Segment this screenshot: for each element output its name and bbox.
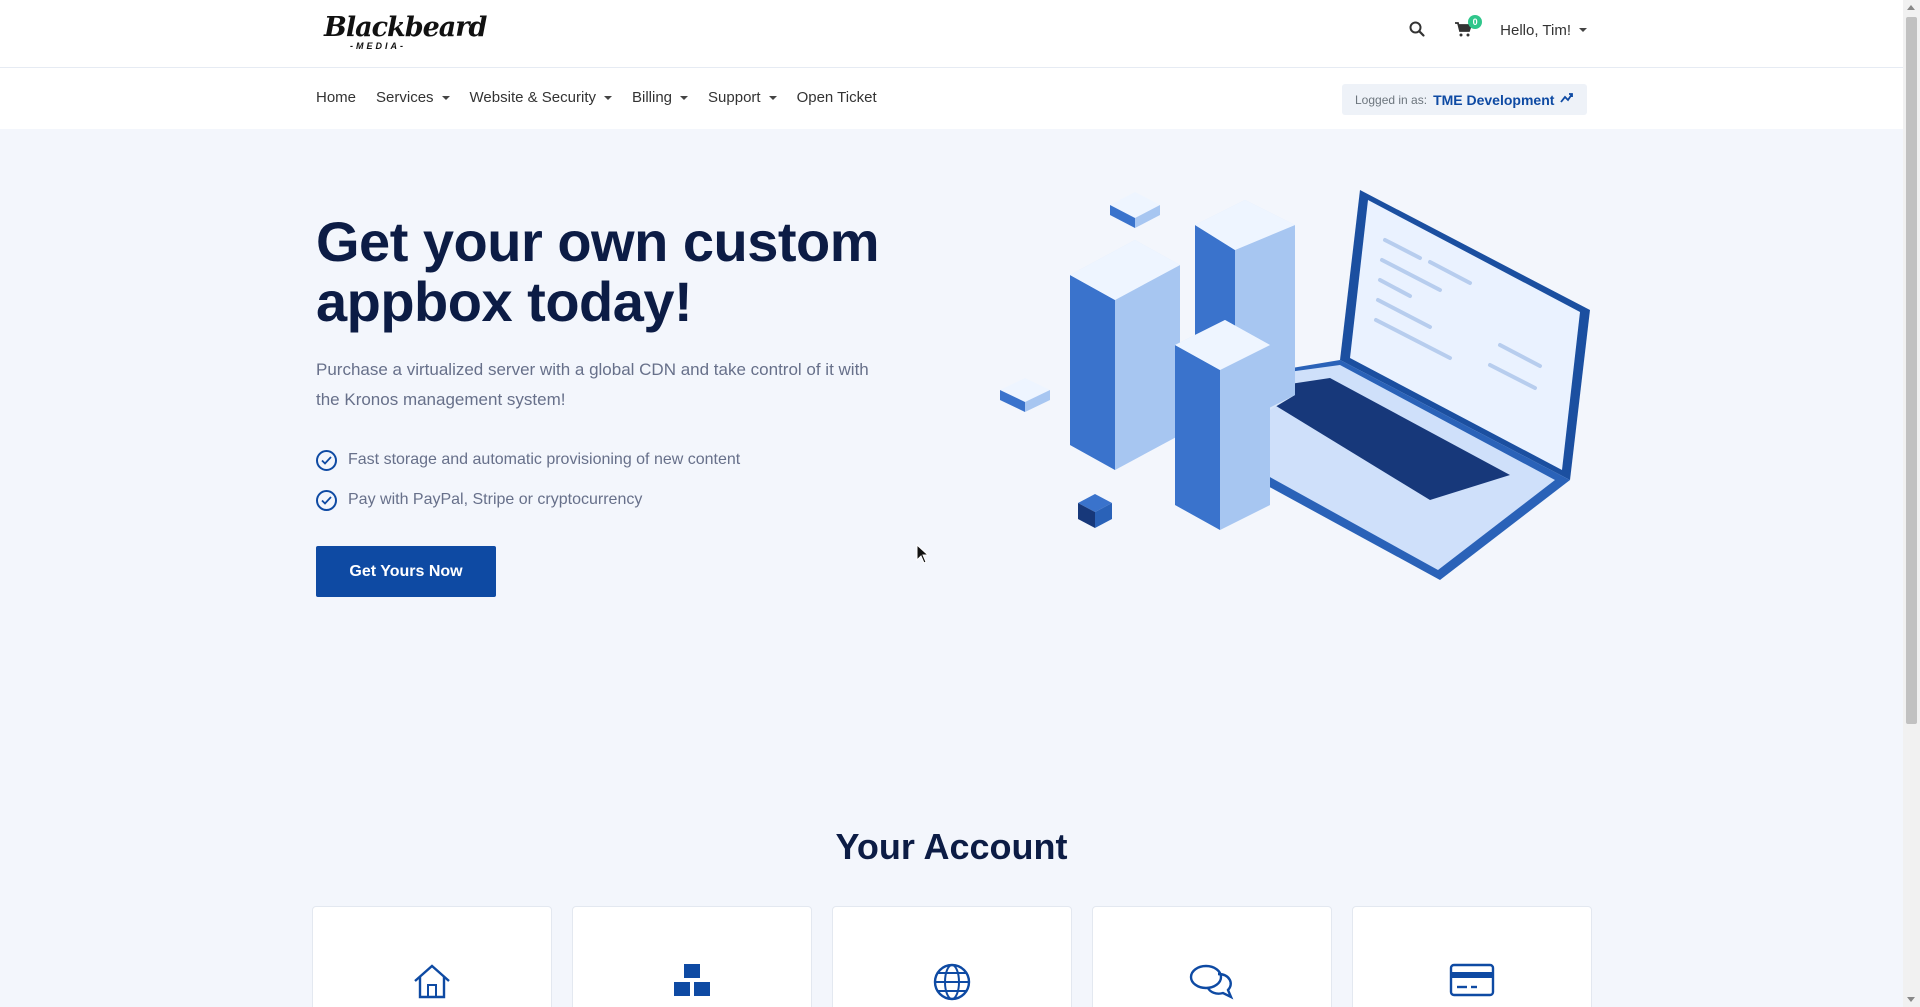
logged-in-as-badge[interactable]: Logged in as: TME Development	[1342, 84, 1587, 115]
search-icon[interactable]	[1408, 20, 1428, 40]
chevron-down-icon	[604, 95, 612, 100]
account-card-home[interactable]	[312, 906, 552, 1007]
cart-count-badge: 0	[1468, 15, 1483, 29]
switch-account-icon	[1560, 91, 1574, 109]
nav-item-label: Support	[708, 89, 761, 106]
chevron-down-icon	[1579, 28, 1587, 32]
account-card-billing[interactable]	[1352, 906, 1592, 1007]
nav-item-services[interactable]: Services	[376, 89, 450, 106]
user-menu[interactable]: Hello, Tim!	[1500, 22, 1587, 39]
get-yours-now-button[interactable]: Get Yours Now	[316, 546, 496, 597]
check-circle-icon	[316, 489, 337, 511]
cubes-icon	[670, 962, 714, 1007]
user-greeting: Hello, Tim!	[1500, 21, 1571, 39]
account-card-services[interactable]	[572, 906, 812, 1007]
credit-card-icon	[1449, 962, 1495, 1007]
nav-item-support[interactable]: Support	[708, 89, 777, 106]
feature-list: Fast storage and automatic provisioning …	[316, 440, 740, 520]
nav-item-website-security[interactable]: Website & Security	[470, 89, 612, 106]
nav-item-home[interactable]: Home	[316, 89, 356, 106]
chevron-down-icon	[441, 95, 450, 100]
nav-item-label: Open Ticket	[796, 89, 877, 106]
brand-logo[interactable]: Blackbeard -MEDIA-	[324, 12, 487, 56]
list-item: Pay with PayPal, Stripe or cryptocurrenc…	[316, 480, 740, 520]
comments-icon	[1188, 962, 1236, 1007]
nav-menu: Home Services Website & Security Billing…	[316, 89, 877, 106]
scroll-up-icon[interactable]	[1907, 5, 1915, 10]
logo-subtitle: -MEDIA-	[350, 41, 406, 51]
nav-item-billing[interactable]: Billing	[632, 89, 689, 106]
hero-title: Get your own custom appbox today!	[316, 210, 880, 333]
header-actions: 0 Hello, Tim!	[1408, 15, 1587, 40]
chevron-down-icon	[768, 95, 777, 100]
cart-icon[interactable]: 0	[1454, 15, 1483, 40]
top-bar: Blackbeard -MEDIA- 0 Hello, Tim!	[0, 0, 1903, 68]
main-navbar: Home Services Website & Security Billing…	[0, 68, 1903, 129]
nav-item-open-ticket[interactable]: Open Ticket	[797, 89, 877, 106]
page-scrollbar[interactable]	[1903, 0, 1920, 1007]
feature-text: Fast storage and automatic provisioning …	[348, 451, 741, 468]
logo-wordmark: Blackbeard	[324, 12, 487, 43]
mouse-cursor-icon	[916, 543, 930, 569]
chevron-down-icon	[680, 95, 689, 100]
scroll-down-icon[interactable]	[1907, 997, 1915, 1002]
logged-in-name: TME Development	[1433, 91, 1555, 108]
your-account-heading: Your Account	[835, 826, 1068, 867]
nav-item-label: Services	[376, 89, 434, 106]
account-card-support[interactable]	[1092, 906, 1332, 1007]
home-icon	[411, 962, 453, 1007]
hero-description: Purchase a virtualized server with a glo…	[316, 360, 869, 409]
check-circle-icon	[316, 449, 337, 471]
nav-item-label: Website & Security	[469, 89, 596, 106]
list-item: Fast storage and automatic provisioning …	[316, 440, 740, 480]
globe-icon	[932, 962, 972, 1007]
nav-item-label: Home	[316, 89, 357, 106]
account-cards	[312, 906, 1592, 1007]
nav-item-label: Billing	[632, 89, 673, 106]
scrollbar-thumb[interactable]	[1906, 17, 1917, 724]
logged-in-label: Logged in as:	[1355, 92, 1428, 107]
feature-text: Pay with PayPal, Stripe or cryptocurrenc…	[348, 491, 643, 508]
account-card-domains[interactable]	[832, 906, 1072, 1007]
hero-illustration	[990, 180, 1590, 610]
